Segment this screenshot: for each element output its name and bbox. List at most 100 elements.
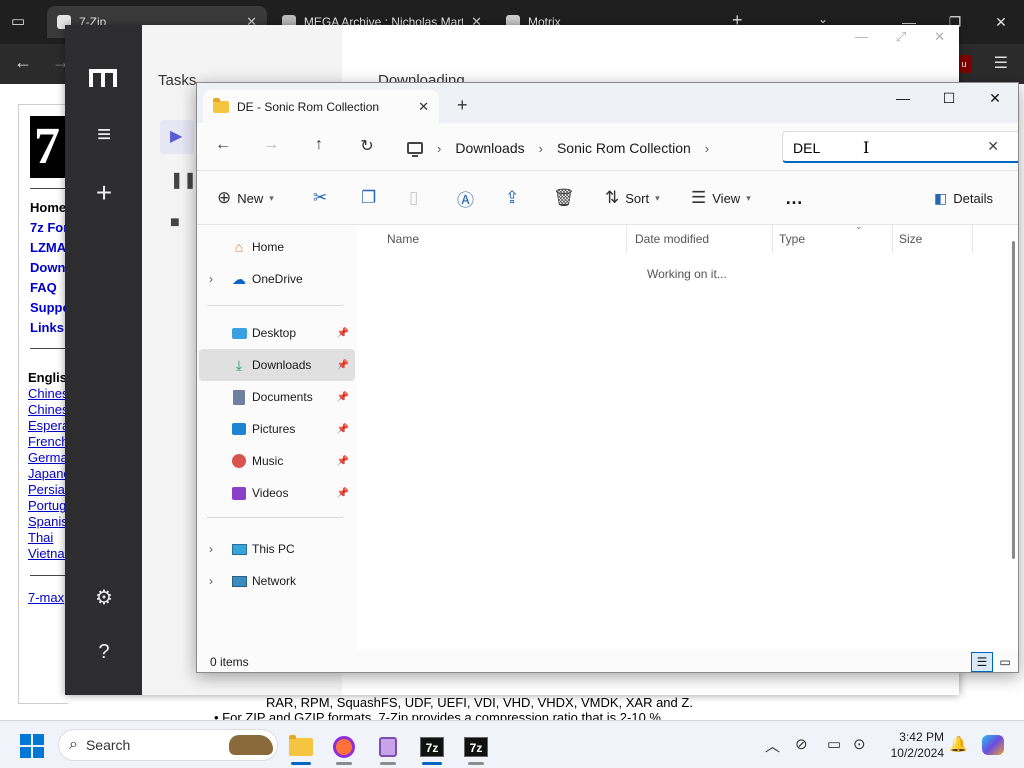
language-link[interactable]: Vietnamese <box>28 546 66 562</box>
taskbar-app-7zip[interactable]: 7z <box>412 729 452 765</box>
copilot-icon[interactable] <box>982 735 1004 755</box>
taskbar-app-7zip-2[interactable]: 7z <box>456 729 496 765</box>
nav-item-videos[interactable]: Videos 📌 <box>199 477 355 509</box>
stopped-filter[interactable]: ■ <box>160 208 194 242</box>
language-link[interactable]: Chinese Trad. <box>28 402 66 418</box>
browser-menu-icon[interactable]: ☰ <box>994 53 1008 73</box>
language-link[interactable]: Thai <box>28 530 66 546</box>
nav-item-downloads[interactable]: ⤓ Downloads 📌 <box>199 349 355 381</box>
share-button[interactable]: ⇪ <box>505 187 519 209</box>
new-tab-button[interactable]: + <box>457 95 468 116</box>
column-header-type[interactable]: Type <box>773 225 893 253</box>
search-input[interactable] <box>793 138 973 158</box>
add-task-icon[interactable]: + <box>89 177 119 209</box>
language-link[interactable]: German <box>28 450 66 466</box>
start-button[interactable] <box>20 734 44 758</box>
taskbar-app-firefox[interactable] <box>324 729 364 765</box>
close-icon[interactable]: ✕ <box>934 29 945 45</box>
help-icon[interactable]: ? <box>89 641 119 664</box>
nav-link-links[interactable]: Links <box>30 318 66 338</box>
more-options-button[interactable]: … <box>785 187 803 209</box>
chevron-right-icon[interactable]: › <box>437 141 441 156</box>
refresh-icon[interactable]: ↻ <box>355 136 379 156</box>
maximize-icon[interactable]: ⤢ <box>896 29 906 45</box>
nav-item-documents[interactable]: Documents 📌 <box>199 381 355 413</box>
view-button[interactable]: ☰ View ▾ <box>691 187 751 209</box>
chevron-right-icon[interactable]: › <box>209 574 213 588</box>
rename-button[interactable]: Ⓐ <box>457 187 474 210</box>
language-link[interactable]: Chinese Simpl. <box>28 386 66 402</box>
tab-list-icon[interactable]: ⌄ <box>818 12 828 26</box>
this-pc-icon[interactable] <box>407 142 423 157</box>
nav-link-download[interactable]: Download <box>30 258 66 278</box>
new-button[interactable]: ⊕ New ▾ <box>217 187 274 209</box>
language-link[interactable]: Esperanto <box>28 418 66 434</box>
nav-item-music[interactable]: Music 📌 <box>199 445 355 477</box>
clear-search-icon[interactable]: ✕ <box>987 138 999 155</box>
taskbar-search[interactable]: ⌕ Search <box>58 729 278 761</box>
network-offline-icon[interactable]: ⊘ <box>795 735 808 753</box>
show-hidden-icons[interactable]: ︿ <box>765 735 780 756</box>
paused-filter[interactable]: ❚❚ <box>160 164 197 198</box>
up-icon[interactable]: ↑ <box>307 136 331 154</box>
nav-link-home[interactable]: Home <box>30 198 66 218</box>
back-icon[interactable]: ← <box>211 136 235 154</box>
close-tab-icon[interactable]: ✕ <box>418 99 429 115</box>
language-link[interactable]: Persian <box>28 482 66 498</box>
system-clock[interactable]: 3:42 PM 10/2/2024 <box>882 729 944 761</box>
forward-icon[interactable]: → <box>259 136 283 154</box>
back-icon[interactable]: ← <box>14 52 32 73</box>
chevron-right-icon[interactable]: › <box>705 141 709 156</box>
paste-button[interactable]: ▯ <box>409 187 418 209</box>
taskbar-app-file-explorer[interactable] <box>281 729 321 765</box>
breadcrumb-sonic-rom-collection[interactable]: Sonic Rom Collection <box>557 140 691 156</box>
language-link[interactable]: Japanese <box>28 466 66 482</box>
close-icon[interactable]: ✕ <box>978 0 1024 44</box>
cut-button[interactable]: ✂ <box>313 187 327 209</box>
location-icon[interactable]: ⊙ <box>853 735 866 753</box>
taskbar-app-notepad[interactable] <box>368 729 408 765</box>
nav-item-network[interactable]: › Network <box>199 565 355 597</box>
nav-item-desktop[interactable]: Desktop 📌 <box>199 317 355 349</box>
nav-item-pictures[interactable]: Pictures 📌 <box>199 413 355 445</box>
nav-item-onedrive[interactable]: › ☁ OneDrive <box>199 263 355 295</box>
chevron-right-icon[interactable]: › <box>539 141 543 156</box>
pin-icon[interactable]: 📌 <box>337 424 349 435</box>
breadcrumb-downloads[interactable]: Downloads <box>455 140 524 156</box>
pin-icon[interactable]: 📌 <box>337 328 349 339</box>
downloading-filter[interactable]: ▶ <box>160 120 194 154</box>
sort-button[interactable]: ⇅ Sort ▾ <box>605 187 660 209</box>
language-link[interactable]: French <box>28 434 66 450</box>
nav-link-lzma-sdk[interactable]: LZMA SDK <box>30 238 66 258</box>
pin-icon[interactable]: 📌 <box>337 456 349 467</box>
preferences-icon[interactable]: ⚙ <box>89 585 119 610</box>
tab-actions-icon[interactable]: ▭ <box>11 12 25 30</box>
language-link[interactable]: Portuguese <box>28 498 66 514</box>
nav-item-this-pc[interactable]: › This PC <box>199 533 355 565</box>
column-header-size[interactable]: Size <box>893 225 973 253</box>
nav-link-faq[interactable]: FAQ <box>30 278 66 298</box>
search-box[interactable]: I ✕ <box>782 131 1018 163</box>
copy-button[interactable]: ❐ <box>361 187 376 209</box>
nav-link-7z-format[interactable]: 7z Format <box>30 218 66 238</box>
chevron-right-icon[interactable]: › <box>209 272 213 286</box>
maximize-icon[interactable]: ☐ <box>926 83 972 115</box>
details-button[interactable]: ◧ Details <box>934 187 993 209</box>
7-max-link[interactable]: 7-max <box>28 590 66 605</box>
nav-link-support[interactable]: Support <box>30 298 66 318</box>
pin-icon[interactable]: 📌 <box>337 488 349 499</box>
notification-bell-icon[interactable]: 🔔 <box>949 735 968 753</box>
tiles-view-button[interactable]: ▭ <box>994 652 1016 672</box>
menu-icon[interactable]: ≡ <box>89 121 119 149</box>
chevron-right-icon[interactable]: › <box>209 542 213 556</box>
minimize-icon[interactable]: — <box>855 29 868 45</box>
close-icon[interactable]: ✕ <box>972 83 1018 115</box>
column-header-date-modified[interactable]: Date modified <box>629 225 773 253</box>
delete-button[interactable]: 🗑 <box>553 187 575 209</box>
minimize-icon[interactable]: — <box>880 83 926 115</box>
nav-item-home[interactable]: ⌂ Home <box>199 231 355 263</box>
pin-icon[interactable]: 📌 <box>337 360 349 371</box>
details-view-button[interactable]: ☰ <box>971 652 993 672</box>
scrollbar[interactable] <box>1012 241 1015 559</box>
language-link[interactable]: Spanish <box>28 514 66 530</box>
